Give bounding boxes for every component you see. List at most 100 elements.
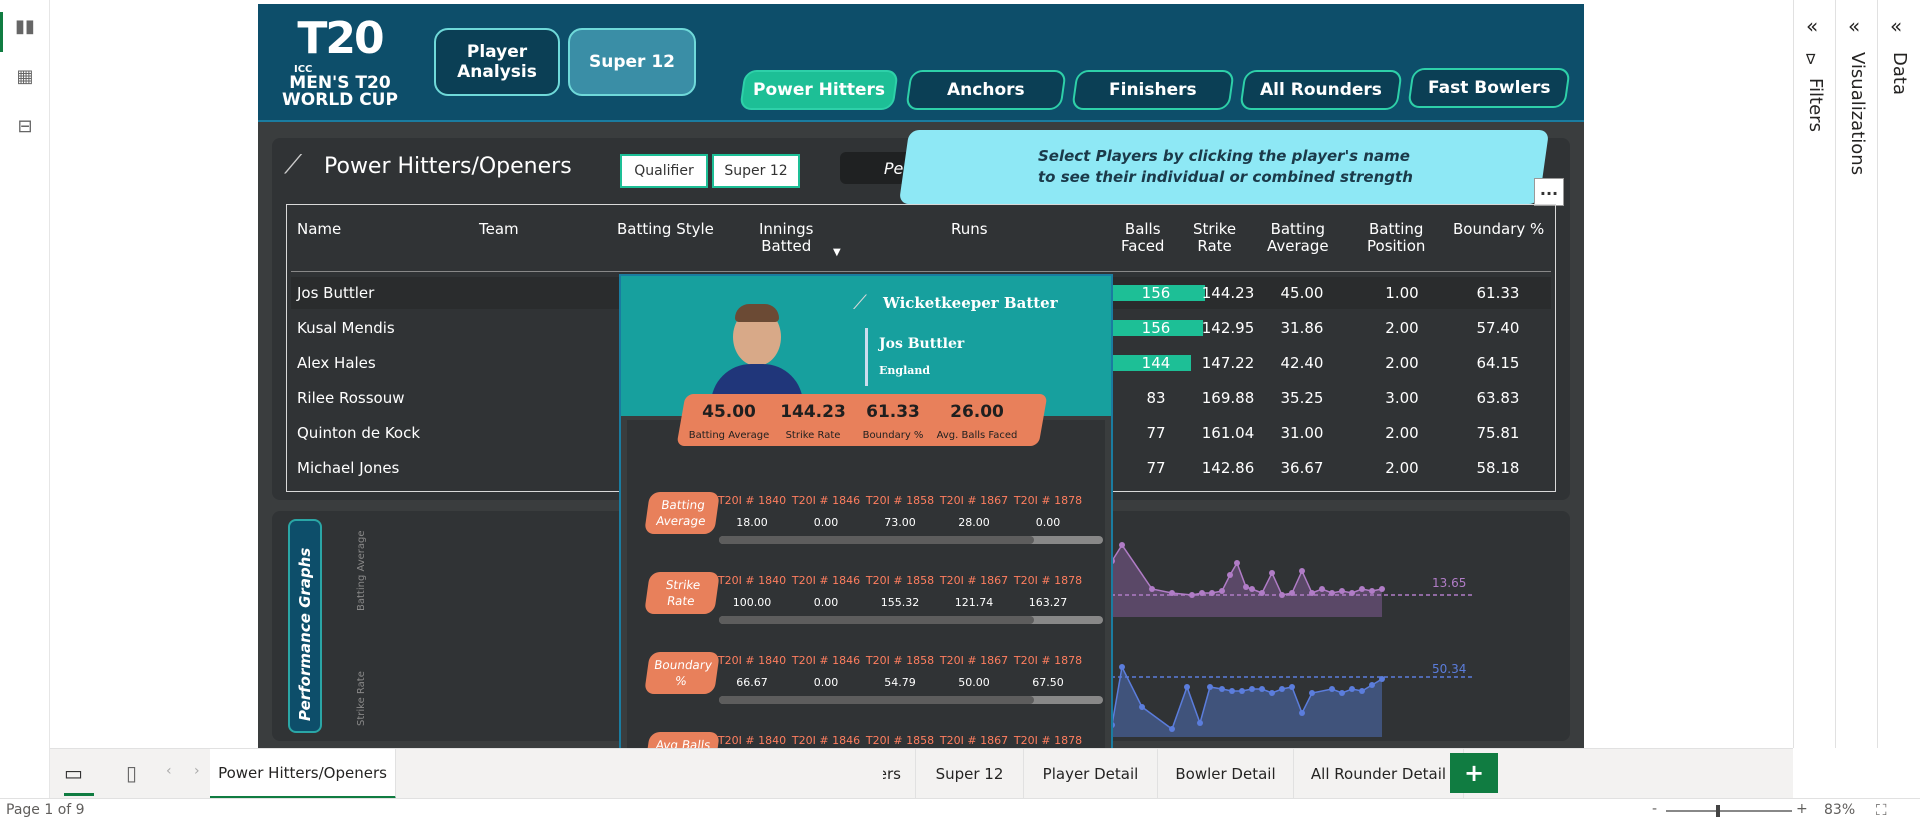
cell-pos: 1.00 bbox=[1385, 284, 1419, 302]
collapse-filters-icon[interactable]: « bbox=[1806, 14, 1818, 38]
match-id: T20I # 1858 bbox=[865, 494, 935, 507]
cell-name[interactable]: Quinton de Kock bbox=[297, 423, 420, 443]
metric-value: 0.00 bbox=[813, 516, 839, 529]
stat-value: 61.33 bbox=[866, 402, 920, 422]
metric-value: 155.32 bbox=[880, 596, 920, 609]
cell-name[interactable]: Michael Jones bbox=[297, 458, 399, 478]
zoom-out-button[interactable]: - bbox=[1652, 801, 1657, 817]
tab-finishers[interactable]: Finishers bbox=[1071, 70, 1235, 110]
metric-value: 50.00 bbox=[958, 676, 990, 689]
tab-anchors[interactable]: Anchors bbox=[905, 70, 1067, 110]
mobile-layout-icon[interactable]: ▯ bbox=[126, 761, 137, 785]
qualifier-filter-button[interactable]: Qualifier bbox=[620, 154, 708, 188]
cell-bnd: 64.15 bbox=[1476, 354, 1520, 372]
metric-value: 66.67 bbox=[736, 676, 768, 689]
more-options-button[interactable]: ... bbox=[1534, 178, 1564, 206]
match-id: T20I # 1840 bbox=[717, 734, 787, 747]
player-name: Jos Buttler bbox=[879, 336, 965, 352]
zoom-in-button[interactable]: + bbox=[1796, 801, 1808, 817]
metric-value: 67.50 bbox=[1032, 676, 1064, 689]
metric-label: Strike Rate bbox=[644, 572, 720, 614]
filters-label: Filters bbox=[1805, 78, 1826, 132]
metric-slider bbox=[719, 536, 1103, 544]
page-tab-bowler-detail[interactable]: Bowler Detail bbox=[1158, 749, 1294, 799]
header-team[interactable]: Team bbox=[479, 221, 519, 238]
match-id: T20I # 1840 bbox=[717, 654, 787, 667]
zoom-slider[interactable] bbox=[1666, 810, 1792, 812]
status-bar: Page 1 of 9 - + 83% ⛶ bbox=[0, 798, 1920, 822]
page-tab-power-hitters[interactable]: Power Hitters/Openers bbox=[210, 749, 396, 799]
page-tab-finishers[interactable]: Finishers bbox=[830, 749, 916, 799]
cell-bnd: 63.83 bbox=[1476, 389, 1520, 407]
page-tab-player-detail[interactable]: Player Detail bbox=[1024, 749, 1158, 799]
header-divider bbox=[291, 271, 1551, 272]
sort-desc-icon: ▼ bbox=[833, 247, 841, 258]
cell-bnd: 61.33 bbox=[1476, 284, 1520, 302]
cell-bnd: 57.40 bbox=[1476, 319, 1520, 337]
header-name[interactable]: Name bbox=[297, 221, 341, 238]
tab-all-rounders[interactable]: All Rounders bbox=[1239, 70, 1403, 110]
add-page-button[interactable]: + bbox=[1450, 753, 1498, 793]
stat-label: Boundary % bbox=[862, 430, 924, 441]
player-tooltip: ⟋ Wicketkeeper Batter Jos Buttler Englan… bbox=[619, 274, 1113, 748]
collapse-visualizations-icon[interactable]: « bbox=[1848, 14, 1860, 38]
metric-value: 28.00 bbox=[958, 516, 990, 529]
table-view-icon[interactable]: ▦ bbox=[14, 66, 36, 88]
super12-filter-button[interactable]: Super 12 bbox=[712, 154, 800, 188]
cell-name[interactable]: Alex Hales bbox=[297, 353, 376, 373]
zoom-level: 83% bbox=[1824, 802, 1856, 818]
cell-name[interactable]: Jos Buttler bbox=[297, 283, 374, 303]
cell-pos: 2.00 bbox=[1385, 459, 1419, 477]
player-analysis-button[interactable]: Player Analysis bbox=[434, 28, 560, 96]
metric-value: 121.74 bbox=[954, 596, 994, 609]
collapse-data-icon[interactable]: « bbox=[1890, 14, 1902, 38]
model-view-icon[interactable]: ⊟ bbox=[14, 116, 36, 138]
header-innings-batted[interactable]: Innings Batted bbox=[759, 221, 813, 255]
desktop-layout-icon[interactable]: ▭ bbox=[64, 761, 83, 785]
cell-avg: 45.00 bbox=[1280, 284, 1324, 302]
tab-power-hitters[interactable]: Power Hitters bbox=[739, 70, 899, 110]
match-id: T20I # 1840 bbox=[717, 574, 787, 587]
match-id: T20I # 1867 bbox=[939, 654, 1009, 667]
page-tab-super12[interactable]: Super 12 bbox=[916, 749, 1024, 799]
data-label: Data bbox=[1889, 52, 1910, 95]
page-tabs-bar: ▭ ▯ ‹ › Power Hitters/Openers Finishers … bbox=[50, 748, 1793, 799]
header-batting-style[interactable]: Batting Style bbox=[617, 221, 714, 238]
match-id: T20I # 1858 bbox=[865, 654, 935, 667]
fit-page-icon[interactable]: ⛶ bbox=[1876, 801, 1887, 819]
metric-slider bbox=[719, 616, 1103, 624]
page-tab-all-rounder-detail[interactable]: All Rounder Detail bbox=[1294, 749, 1464, 799]
report-view-icon[interactable]: ▮▮ bbox=[14, 16, 36, 38]
section-title: Power Hitters/Openers bbox=[324, 154, 572, 179]
hint-text: Select Players by clicking the player's … bbox=[1038, 147, 1413, 186]
header-balls-faced[interactable]: Balls Faced bbox=[1121, 221, 1164, 255]
cell-balls: 156 bbox=[1141, 284, 1171, 302]
cell-pos: 2.00 bbox=[1385, 424, 1419, 442]
header-boundary[interactable]: Boundary % bbox=[1453, 221, 1544, 238]
player-role: Wicketkeeper Batter bbox=[883, 294, 1058, 312]
metric-value: 0.00 bbox=[813, 676, 839, 689]
report-page: T20 ICC MEN'S T20 WORLD CUP Player Analy… bbox=[258, 4, 1584, 748]
metric-value: 100.00 bbox=[732, 596, 772, 609]
visualizations-label: Visualizations bbox=[1847, 52, 1868, 176]
header-batting-average[interactable]: Batting Average bbox=[1267, 221, 1329, 255]
cell-pos: 2.00 bbox=[1385, 354, 1419, 372]
match-id: T20I # 1858 bbox=[865, 734, 935, 747]
prev-page-icon[interactable]: ‹ bbox=[166, 763, 172, 779]
cell-name[interactable]: Rilee Rossouw bbox=[297, 388, 405, 408]
cell-avg: 31.86 bbox=[1280, 319, 1324, 337]
super12-button[interactable]: Super 12 bbox=[568, 28, 696, 96]
cell-name[interactable]: Kusal Mendis bbox=[297, 318, 395, 338]
data-pane[interactable]: « Data bbox=[1877, 0, 1920, 748]
next-page-icon[interactable]: › bbox=[194, 763, 200, 779]
t20-logo: T20 ICC MEN'S T20 WORLD CUP bbox=[280, 14, 400, 114]
visualizations-pane[interactable]: « Visualizations bbox=[1835, 0, 1877, 748]
performance-graphs-tab[interactable]: Performance Graphs bbox=[288, 519, 322, 733]
header-batting-position[interactable]: Batting Position bbox=[1367, 221, 1425, 255]
stat-label: Avg. Balls Faced bbox=[936, 430, 1018, 441]
zoom-handle[interactable] bbox=[1716, 805, 1720, 817]
header-runs[interactable]: Runs bbox=[951, 221, 988, 238]
tab-fast-bowlers[interactable]: Fast Bowlers bbox=[1407, 68, 1571, 108]
filters-pane[interactable]: « ∇ Filters bbox=[1793, 0, 1835, 748]
header-strike-rate[interactable]: Strike Rate bbox=[1193, 221, 1236, 255]
